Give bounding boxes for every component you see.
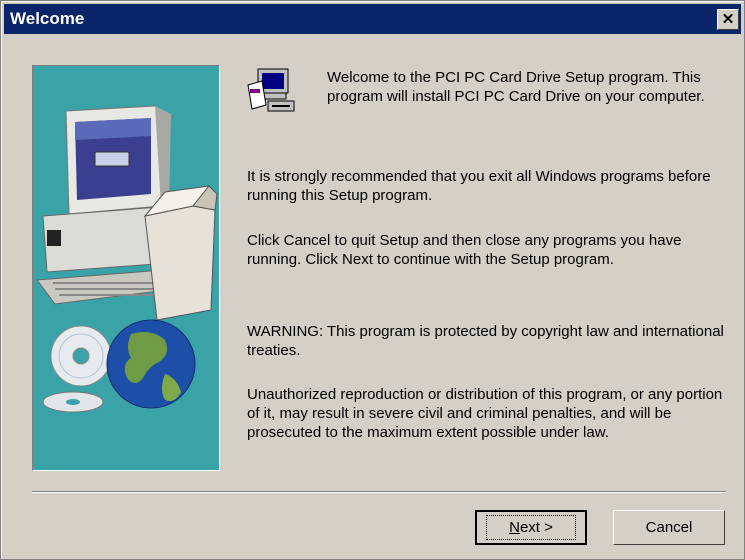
- setup-icon: [244, 65, 298, 115]
- instruction-text: Click Cancel to quit Setup and then clos…: [247, 232, 682, 268]
- title-bar[interactable]: Welcome ✕: [4, 4, 741, 34]
- next-button[interactable]: Next >: [475, 510, 587, 545]
- computer-globe-illustration: [32, 65, 220, 471]
- intro-text: Welcome to the PCI PC Card Drive Setup p…: [327, 69, 705, 105]
- window-title: Welcome: [10, 9, 85, 28]
- next-label-rest: ext >: [519, 519, 553, 536]
- legal-text: Unauthorized reproduction or distributio…: [247, 386, 723, 441]
- setup-dialog: Welcome ✕ Welcome to the PCI PC Card Dri…: [0, 0, 745, 560]
- close-icon: ✕: [721, 11, 735, 28]
- warning-text: WARNING: This program is protected by co…: [247, 323, 724, 359]
- recommendation-text: It is strongly recommended that you exit…: [247, 168, 711, 204]
- cancel-button[interactable]: Cancel: [613, 510, 725, 545]
- divider: [32, 491, 726, 493]
- next-button-label: Next >: [486, 515, 576, 540]
- close-button[interactable]: ✕: [717, 9, 739, 30]
- next-mnemonic: N: [509, 519, 520, 536]
